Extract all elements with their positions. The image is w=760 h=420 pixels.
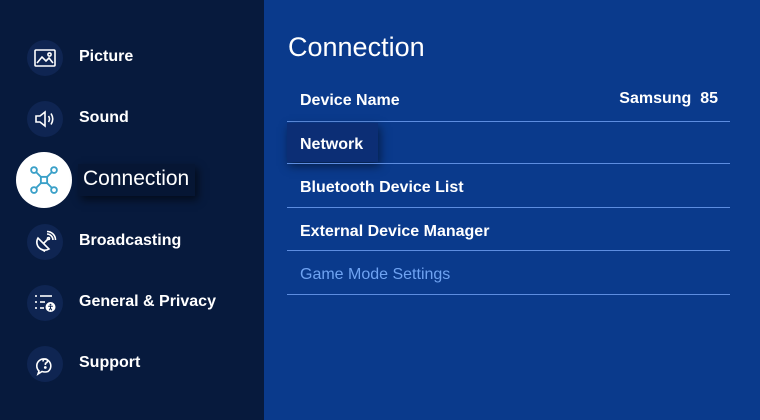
sidebar-item-sound[interactable]: Sound: [0, 94, 264, 144]
settings-sidebar: Picture Sound Connection Broadcasting Ge…: [0, 0, 264, 420]
menu-divider: [287, 163, 730, 164]
menu-item-label: Bluetooth Device List: [300, 179, 464, 196]
picture-icon: [27, 40, 63, 76]
satellite-dish-icon: [27, 224, 63, 260]
menu-item-bluetooth-device-list[interactable]: Bluetooth Device List: [287, 166, 730, 209]
sidebar-item-broadcasting[interactable]: Broadcasting: [0, 217, 264, 267]
sidebar-item-picture[interactable]: Picture: [0, 33, 264, 83]
help-cloud-icon: [27, 346, 63, 382]
connection-icon: [16, 152, 72, 208]
menu-divider: [287, 250, 730, 251]
sidebar-item-label: Connection: [78, 164, 196, 196]
menu-item-external-device-manager[interactable]: External Device Manager: [287, 210, 730, 253]
menu-item-network[interactable]: Network: [287, 123, 730, 166]
sidebar-item-label: Picture: [79, 48, 134, 65]
page-title: Connection: [288, 32, 425, 62]
menu-item-label: Network: [300, 136, 364, 153]
settings-list-icon: [27, 285, 63, 321]
sidebar-item-connection[interactable]: Connection: [0, 152, 264, 208]
sidebar-item-label: General & Privacy: [79, 293, 216, 310]
menu-item-label: Device Name: [300, 92, 400, 109]
menu-item-device-name[interactable]: Device Name Samsung 85: [287, 79, 730, 122]
menu-divider: [287, 294, 730, 295]
speaker-icon: [27, 101, 63, 137]
sidebar-item-label: Broadcasting: [79, 232, 182, 249]
sidebar-item-support[interactable]: Support: [0, 339, 264, 389]
sidebar-item-general-privacy[interactable]: General & Privacy: [0, 278, 264, 328]
menu-item-label: Game Mode Settings: [300, 266, 451, 283]
sidebar-item-label: Support: [79, 354, 141, 371]
device-name-value: Samsung 85: [619, 90, 718, 107]
menu-divider: [287, 207, 730, 208]
menu-item-game-mode-settings: Game Mode Settings: [287, 253, 730, 296]
sidebar-item-label: Sound: [79, 109, 129, 126]
menu-item-label: External Device Manager: [300, 223, 490, 240]
menu-divider: [287, 121, 730, 122]
